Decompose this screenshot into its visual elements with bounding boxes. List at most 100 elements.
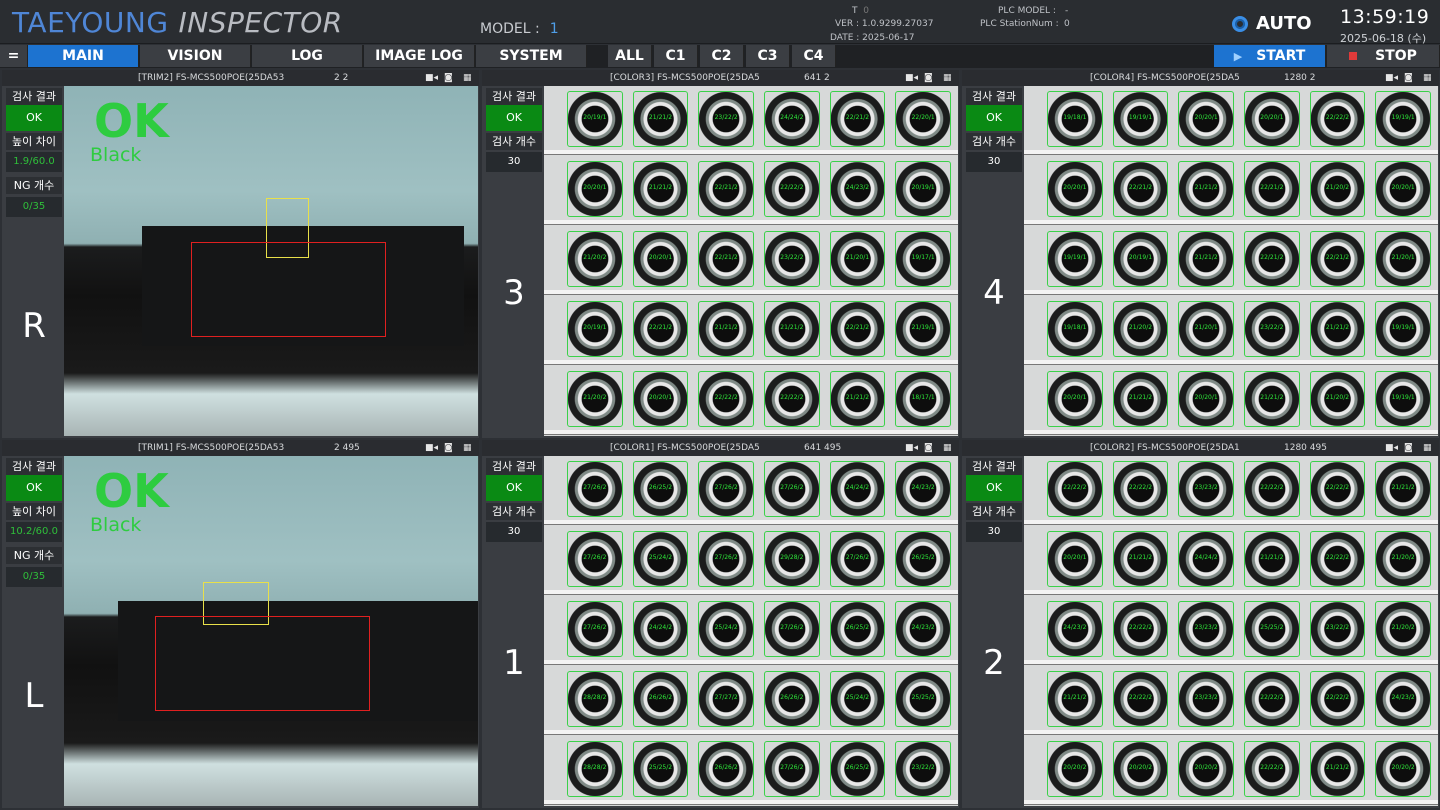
camera-icon[interactable]: ◙	[924, 70, 933, 86]
panel-title-bar: [COLOR1] FS-MCS500POE(25DA5 641 495 ■◂ ◙ ▦	[482, 440, 959, 456]
cell-value: 19/18/1	[1063, 323, 1087, 331]
cell-value: 25/24/2	[845, 693, 870, 701]
menu-button[interactable]: =	[0, 45, 28, 67]
view-c2-button[interactable]: C2	[700, 45, 744, 67]
result-label: 검사 결과	[966, 88, 1022, 105]
view-all-button[interactable]: ALL	[608, 45, 652, 67]
inspect-count-value: 30	[966, 522, 1022, 542]
inspection-cell: 22/21/2	[1244, 231, 1300, 287]
cell-value: 24/24/2	[648, 623, 673, 631]
inspection-cell: 27/26/2	[698, 531, 754, 587]
panel-title-bar: [TRIM1] FS-MCS500POE(25DA53 2 495 ■◂ ◙ ▦	[2, 440, 479, 456]
video-camera-icon[interactable]: ■◂	[905, 440, 918, 456]
plc-station-label: PLC StationNum :	[980, 19, 1059, 29]
camera-icon[interactable]: ◙	[444, 440, 453, 456]
inspection-cell: 22/21/2	[698, 231, 754, 287]
cell-value: 23/22/2	[780, 253, 804, 261]
keyboard-icon[interactable]: ▦	[943, 440, 952, 456]
keyboard-icon[interactable]: ▦	[1423, 440, 1432, 456]
inspection-cell: 26/25/2	[829, 601, 886, 657]
camera-image[interactable]: 20/19/1 21/21/2 23/22/2 24/24/2 22/21/2 22/20…	[544, 86, 958, 436]
tray-rail	[544, 290, 958, 294]
inspection-cell: 27/26/2	[567, 461, 623, 517]
cell-value: 22/22/2	[1128, 483, 1153, 491]
inspection-cell: 26/26/2	[698, 741, 754, 797]
inspection-cell: 25/25/2	[1244, 601, 1300, 657]
cell-value: 21/20/2	[1325, 183, 1350, 191]
inspection-cell: 22/22/2	[1112, 461, 1169, 517]
camera-image[interactable]: 27/26/2 26/25/2 27/26/2 27/26/2 24/24/2 24/23…	[544, 456, 958, 806]
inspection-cell: 25/24/2	[632, 531, 689, 587]
inspection-cell: 22/22/2	[1309, 531, 1366, 587]
inspection-cell: 21/21/2	[632, 161, 689, 217]
cell-value: 27/26/2	[780, 483, 804, 491]
inspection-cell: 21/21/2	[1112, 371, 1169, 427]
cell-value: 22/21/2	[1260, 183, 1284, 191]
camera-image[interactable]: 22/22/2 22/22/2 23/23/2 22/22/2 22/22/2 21/21…	[1024, 456, 1438, 806]
start-button[interactable]: ▶ START	[1214, 45, 1326, 67]
tab-system[interactable]: SYSTEM	[476, 45, 587, 67]
keyboard-icon[interactable]: ▦	[1423, 70, 1432, 86]
panel-frame-number: 2 495	[334, 443, 360, 453]
panel-title-bar: [COLOR4] FS-MCS500POE(25DA5 1280 2 ■◂ ◙ ▦	[962, 70, 1439, 86]
cell-value: 21/21/2	[780, 323, 804, 331]
cell-value: 24/23/2	[1063, 623, 1087, 631]
cell-value: 22/21/2	[845, 113, 870, 121]
keyboard-icon[interactable]: ▦	[463, 70, 472, 86]
camera-image[interactable]: 19/18/1 19/19/1 20/20/1 20/20/1 22/22/2 19/19…	[1024, 86, 1438, 436]
keyboard-icon[interactable]: ▦	[463, 440, 472, 456]
cell-value: 27/26/2	[583, 483, 607, 491]
stop-button[interactable]: STOP	[1327, 45, 1440, 67]
panel-title-bar: [COLOR3] FS-MCS500POE(25DA5 641 2 ■◂ ◙ ▦	[482, 70, 959, 86]
cell-value: 24/23/2	[1391, 693, 1415, 701]
camera-side-label: 1	[486, 544, 542, 782]
view-c4-button[interactable]: C4	[792, 45, 836, 67]
camera-icon[interactable]: ◙	[1404, 440, 1413, 456]
result-ok-badge: OK	[966, 475, 1022, 501]
plc-model-label: PLC MODEL :	[998, 6, 1056, 16]
tab-image-log[interactable]: IMAGE LOG	[364, 45, 475, 67]
cell-value: 19/19/1	[1063, 253, 1087, 261]
panel-frame-number: 1280 2	[1284, 73, 1316, 83]
keyboard-icon[interactable]: ▦	[943, 70, 952, 86]
video-camera-icon[interactable]: ■◂	[905, 70, 918, 86]
tray-rail	[1024, 730, 1438, 734]
camera-icon[interactable]: ◙	[444, 70, 453, 86]
tray-rail	[544, 800, 958, 804]
video-camera-icon[interactable]: ■◂	[425, 70, 438, 86]
inspection-cell: 20/19/1	[1112, 231, 1169, 287]
video-camera-icon[interactable]: ■◂	[425, 440, 438, 456]
tab-log[interactable]: LOG	[252, 45, 363, 67]
cell-value: 24/23/2	[911, 623, 935, 631]
view-c1-button[interactable]: C1	[654, 45, 698, 67]
cell-value: 25/24/2	[714, 623, 738, 631]
video-camera-icon[interactable]: ■◂	[1385, 70, 1398, 86]
inspection-cell: 21/20/2	[567, 371, 623, 427]
view-c3-button[interactable]: C3	[746, 45, 790, 67]
camera-side-label: R	[6, 220, 62, 433]
video-camera-icon[interactable]: ■◂	[1385, 440, 1398, 456]
ring-icon	[1232, 15, 1248, 32]
panel-title-bar: [COLOR2] FS-MCS500POE(25DA1 1280 495 ■◂ ◙ ▦	[962, 440, 1439, 456]
tab-main[interactable]: MAIN	[28, 45, 139, 67]
inspection-cell: 22/21/2	[632, 301, 689, 357]
cell-value: 20/20/1	[648, 393, 673, 401]
cell-value: 20/20/1	[1063, 183, 1087, 191]
cell-value: 22/21/2	[714, 183, 738, 191]
tray-rail	[544, 150, 958, 154]
camera-icon[interactable]: ◙	[924, 440, 933, 456]
camera-icon[interactable]: ◙	[1404, 70, 1413, 86]
cell-value: 21/20/2	[1128, 323, 1153, 331]
inspection-cell: 22/22/2	[1112, 601, 1169, 657]
inspection-cell: 22/22/2	[1112, 671, 1169, 727]
cell-value: 21/21/2	[1391, 483, 1415, 491]
camera-image[interactable]: OK Black	[64, 86, 478, 436]
result-ok-badge: OK	[6, 475, 62, 501]
camera-image[interactable]: OK Black	[64, 456, 478, 806]
tab-vision[interactable]: VISION	[140, 45, 251, 67]
cell-value: 19/19/1	[1391, 393, 1415, 401]
cell-value: 21/21/2	[1325, 763, 1350, 771]
cell-value: 22/22/2	[1325, 483, 1350, 491]
tray-rail	[544, 660, 958, 664]
cell-value: 21/21/2	[1128, 393, 1153, 401]
